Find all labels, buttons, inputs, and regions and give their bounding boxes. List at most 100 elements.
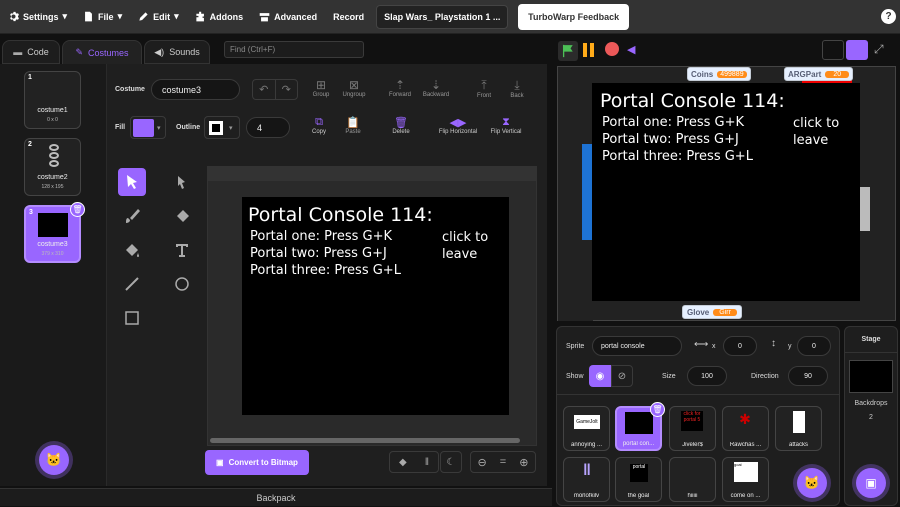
costume-number: 2 — [28, 141, 32, 148]
size-input[interactable]: 100 — [687, 366, 727, 386]
stage[interactable]: Portal Console 114: Portal one: Press G+… — [557, 66, 896, 321]
flip-vertical-button[interactable]: ⧗ Flip Vertical — [486, 116, 526, 135]
sprite-tile[interactable]: GameJolt annoying ... — [563, 406, 610, 451]
sprite-name-input[interactable]: portal console — [592, 336, 682, 356]
costume-tile-1[interactable]: 1 costume1 0 x 0 — [24, 71, 81, 129]
sprite-tile[interactable]: portal the goal — [615, 457, 662, 502]
zoom-reset-icon[interactable]: = — [500, 456, 506, 468]
sprite-tile[interactable]: hiiiii — [669, 457, 716, 502]
bars-icon[interactable]: ‖ — [425, 457, 429, 468]
pencil-icon — [139, 12, 148, 21]
zoom-out-icon[interactable]: ⊖ — [478, 456, 487, 469]
direction-input[interactable]: 90 — [788, 366, 828, 386]
file-menu[interactable]: File ▾ — [75, 0, 130, 34]
find-input[interactable]: Find (Ctrl+F) — [224, 41, 364, 58]
sprite-thumbnail: click for portal 5 — [681, 411, 703, 431]
fill-bitmap-icon[interactable]: ◆ — [399, 457, 407, 468]
show-hidden-icon[interactable]: ⊘ — [611, 365, 633, 387]
undo-icon[interactable]: ↶ — [253, 80, 276, 99]
choose-backdrop-button[interactable]: ▣ — [856, 468, 886, 498]
small-stage-button[interactable] — [822, 40, 844, 60]
menu-bar: Settings ▾ File ▾ Edit ▾ Addons Advanced… — [0, 0, 900, 34]
brush-icon — [126, 209, 140, 223]
backward-button[interactable]: ⇣ Backward — [419, 78, 453, 98]
delete-button[interactable]: 🗑 Delete — [389, 116, 413, 135]
sprite-tile[interactable]: ‖ morlofkilv — [563, 457, 610, 502]
costume-tile-2[interactable]: 2 costume2 128 x 195 — [24, 138, 81, 196]
back-button[interactable]: ⤓ Back — [505, 78, 529, 99]
sprite-tile[interactable]: ✱ Rawchas ... — [722, 406, 769, 451]
feedback-button[interactable]: TurboWarp Feedback — [518, 3, 630, 30]
x-input[interactable]: 0 — [723, 336, 757, 356]
y-input[interactable]: 0 — [797, 336, 831, 356]
delete-sprite-icon[interactable]: 🗑 — [650, 402, 665, 417]
sprite-tile[interactable]: goal come on ... — [722, 457, 769, 502]
tab-costumes[interactable]: ✎ Costumes — [62, 40, 142, 64]
circle-tool[interactable] — [168, 270, 196, 298]
fill-color-picker[interactable]: ▾ — [130, 116, 166, 139]
pause-icon[interactable] — [583, 43, 599, 59]
tab-code[interactable]: ▬ Code — [2, 40, 60, 64]
sprite-tile[interactable]: attacks — [775, 406, 822, 451]
choose-sprite-button[interactable]: 🐱 — [797, 468, 827, 498]
paste-button[interactable]: 📋 Paste — [342, 116, 364, 135]
costume-name-input[interactable]: costume3 — [151, 79, 240, 100]
stage-console: Portal Console 114: Portal one: Press G+… — [592, 83, 860, 301]
show-visible-icon[interactable]: ◉ — [589, 365, 611, 387]
reshape-icon — [178, 176, 185, 189]
coins-monitor[interactable]: Coins 499889 — [687, 67, 751, 81]
project-title-input[interactable]: Slap Wars_ Playstation 1 ... — [376, 4, 509, 29]
argpart-monitor[interactable]: ARGPart 20 — [784, 67, 854, 81]
edit-menu[interactable]: Edit ▾ — [130, 0, 187, 34]
green-flag-icon[interactable] — [558, 41, 578, 61]
convert-to-bitmap-button[interactable]: ▣ Convert to Bitmap — [205, 450, 309, 475]
reshape-tool[interactable] — [168, 168, 196, 196]
x-label: x — [712, 343, 716, 350]
argpart-value: 20 — [825, 70, 850, 78]
zoom-in-icon[interactable]: ⊕ — [519, 456, 528, 469]
sprite-name: morlofkilv — [573, 493, 600, 499]
text-tool[interactable] — [168, 236, 196, 264]
sprite-tile[interactable]: click for portal 5 Jiveler$ — [669, 406, 716, 451]
mute-icon[interactable]: ◀ — [627, 43, 635, 56]
stage-title: Stage — [845, 327, 897, 353]
delete-costume-icon[interactable]: 🗑 — [70, 202, 85, 217]
puzzle-icon — [196, 11, 204, 22]
outline-color-picker[interactable]: ▾ — [204, 116, 240, 139]
help-icon[interactable]: ? — [881, 9, 896, 24]
forward-button[interactable]: ⇡ Forward — [386, 78, 414, 98]
horizontal-scrollbar[interactable] — [210, 438, 520, 443]
flip-horizontal-button[interactable]: ◀▶ Flip Horizontal — [434, 116, 482, 135]
ungroup-button[interactable]: ⊠ Ungroup — [339, 78, 369, 98]
settings-menu[interactable]: Settings ▾ — [0, 0, 75, 34]
stop-icon[interactable] — [605, 42, 619, 56]
line-tool[interactable] — [118, 270, 146, 298]
copy-button[interactable]: ⧉ Copy — [309, 116, 329, 135]
chevron-down-icon: ▾ — [229, 124, 233, 132]
choose-costume-button[interactable]: 🐱 — [39, 445, 69, 475]
stage-console-leave-2: leave — [793, 133, 829, 148]
stage-console-line-3: Portal three: Press G+L — [602, 149, 753, 164]
redo-icon[interactable]: ↷ — [276, 80, 298, 99]
front-button[interactable]: ⤒ Front — [472, 78, 496, 99]
large-stage-button[interactable] — [846, 40, 868, 60]
record-menu[interactable]: Record — [325, 0, 372, 34]
glove-monitor[interactable]: Glove Girr — [682, 305, 742, 319]
advanced-menu[interactable]: Advanced — [251, 0, 325, 34]
group-button[interactable]: ⊞ Group — [310, 78, 332, 98]
backpack[interactable]: Backpack — [0, 488, 552, 506]
select-tool[interactable] — [118, 168, 146, 196]
eraser-tool[interactable] — [168, 202, 196, 230]
fullscreen-icon[interactable]: ⤢ — [874, 42, 884, 57]
rectangle-tool[interactable] — [118, 304, 146, 332]
tab-sounds[interactable]: ◀) Sounds — [144, 40, 210, 64]
costume-size: 128 x 195 — [41, 184, 64, 190]
moon-icon[interactable]: ☾ — [440, 451, 462, 473]
brush-tool[interactable] — [118, 202, 146, 230]
coins-value: 499889 — [717, 70, 747, 78]
outline-size-input[interactable]: 4 — [246, 117, 290, 138]
addons-menu[interactable]: Addons — [187, 0, 252, 34]
costume-name: costume2 — [37, 174, 68, 181]
sprite-thumbnail — [793, 411, 805, 433]
fill-tool[interactable] — [118, 236, 146, 264]
